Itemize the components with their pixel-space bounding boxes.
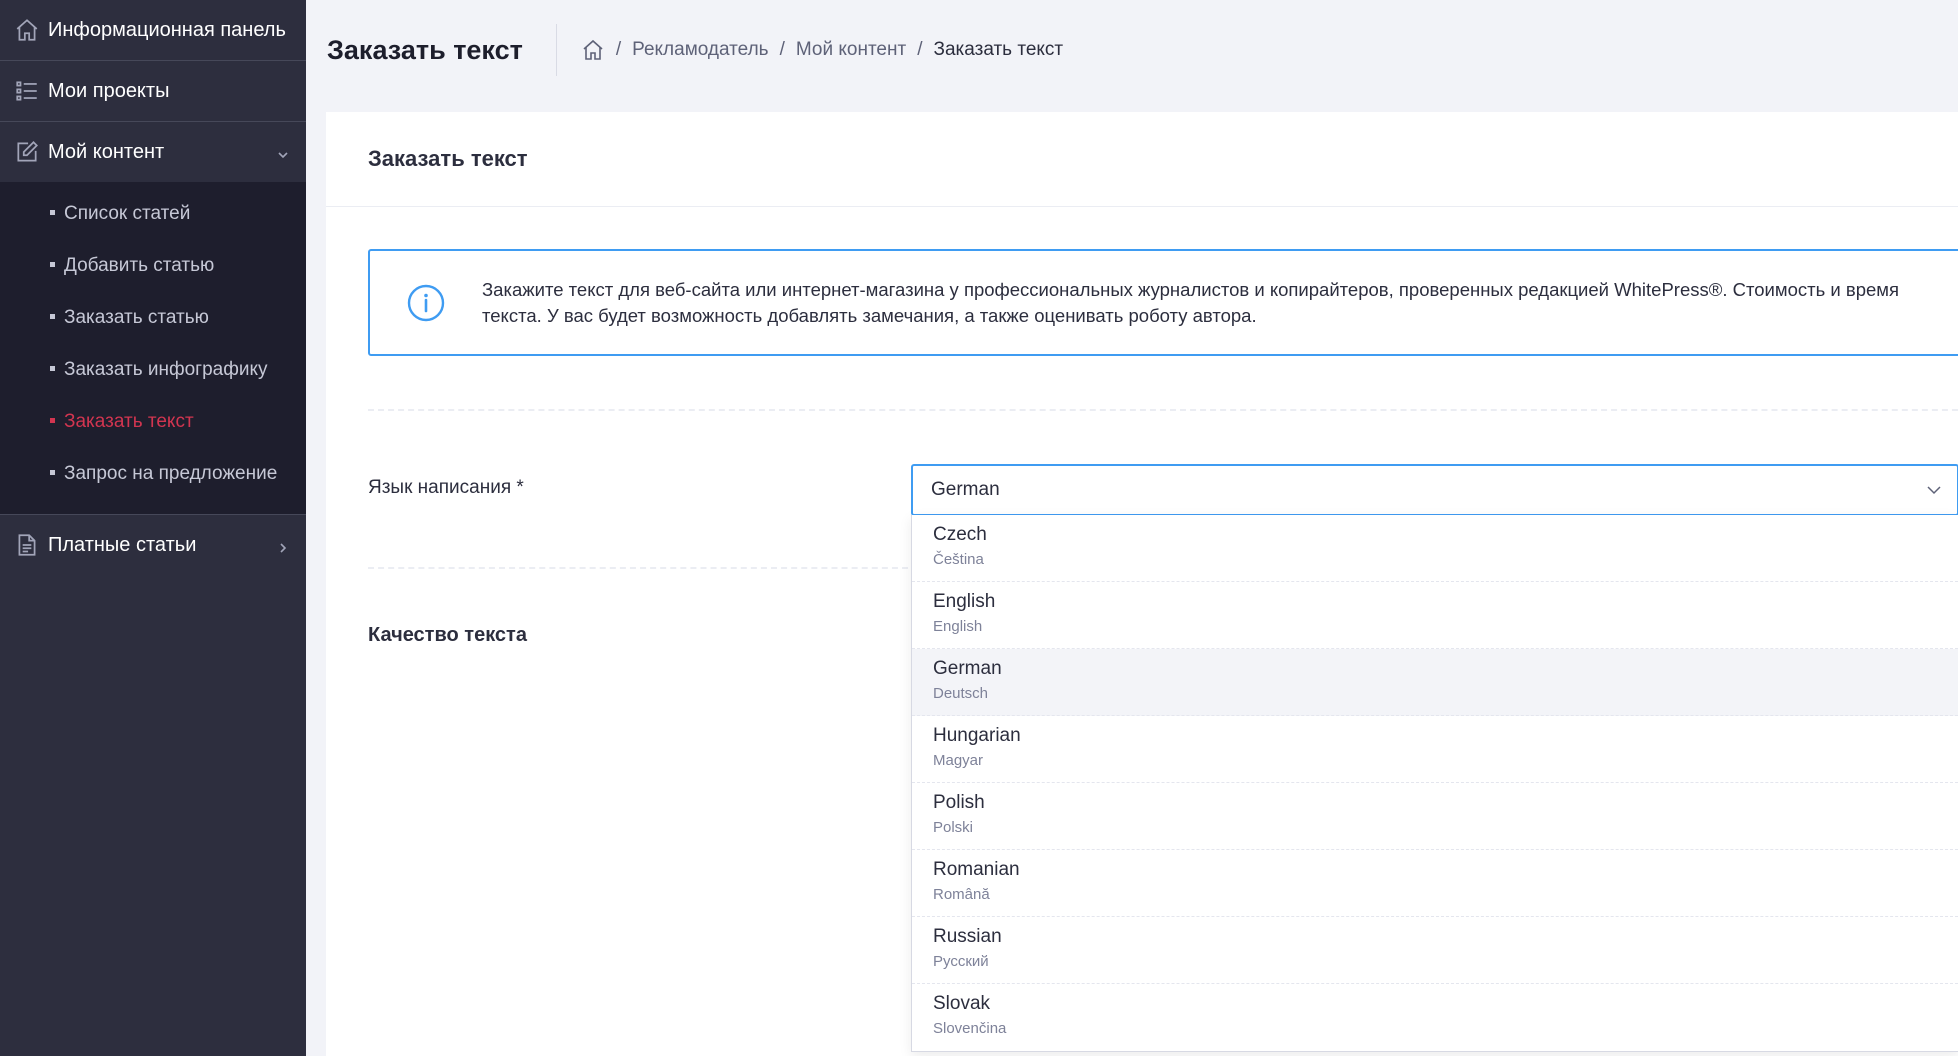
breadcrumb-current: Заказать текст <box>933 39 1064 60</box>
sidebar-subitem-order-text[interactable]: Заказать текст <box>0 396 306 448</box>
alert-text: Закажите текст для веб-сайта или интерне… <box>482 277 1899 329</box>
option-native-name: English <box>933 618 983 635</box>
card-header: Заказать текст <box>326 112 1958 207</box>
quality-label: Качество текста <box>368 624 527 646</box>
section-divider <box>368 567 908 569</box>
sidebar: Информационная панель Мои проекты Мой ко… <box>0 0 306 1056</box>
option-name: German <box>933 658 1002 679</box>
home-icon <box>14 17 40 43</box>
sidebar-subitem-order-infographic[interactable]: Заказать инфографику <box>0 344 306 396</box>
header-divider <box>555 24 557 76</box>
sidebar-item-label: Мой контент <box>48 140 165 163</box>
bullet-icon <box>50 313 55 319</box>
option-native-name: Русский <box>933 953 989 970</box>
language-option-polish[interactable]: Polish Polski <box>912 783 1958 850</box>
sidebar-subitem-label: Заказать текст <box>64 411 194 432</box>
info-alert: Закажите текст для веб-сайта или интерне… <box>368 249 1958 356</box>
breadcrumb-separator: / <box>917 39 923 60</box>
alert-text-line: Закажите текст для веб-сайта или интерне… <box>482 278 1900 300</box>
language-select-value: German <box>931 479 1000 500</box>
bullet-icon <box>50 469 55 475</box>
sidebar-subitem-label: Список статей <box>64 203 191 224</box>
option-name: Russian <box>933 926 1002 947</box>
edit-icon <box>14 139 40 165</box>
option-name: Slovak <box>933 993 991 1014</box>
language-option-czech[interactable]: Czech Čeština <box>912 515 1958 582</box>
sidebar-item-label: Информационная панель <box>48 18 286 41</box>
page-title: Заказать текст <box>327 34 523 65</box>
option-name: Polish <box>933 792 985 813</box>
alert-text-line: текста. У вас будет возможность добавлят… <box>482 304 1257 326</box>
option-name: English <box>933 591 996 612</box>
page-header: Заказать текст / Рекламодатель / Мой кон… <box>306 0 1958 100</box>
option-native-name: Magyar <box>933 752 984 769</box>
option-name: Hungarian <box>933 725 1021 746</box>
chevron-down-icon <box>276 145 290 159</box>
language-option-german[interactable]: German Deutsch <box>912 649 1958 716</box>
language-option-hungarian[interactable]: Hungarian Magyar <box>912 716 1958 783</box>
breadcrumb-separator: / <box>779 39 785 60</box>
bullet-icon <box>50 209 55 215</box>
home-icon[interactable] <box>581 38 605 62</box>
language-option-russian[interactable]: Russian Русский <box>912 917 1958 984</box>
sidebar-submenu: Список статей Добавить статью Заказать с… <box>0 182 306 514</box>
option-native-name: Română <box>933 886 990 903</box>
option-native-name: Deutsch <box>933 685 989 702</box>
list-icon <box>14 78 40 104</box>
bullet-icon <box>50 417 55 423</box>
sidebar-item-label: Мои проекты <box>48 79 170 102</box>
sidebar-subitem-label: Заказать инфографику <box>64 359 268 380</box>
sidebar-subitem-add-article[interactable]: Добавить статью <box>0 240 306 292</box>
language-select[interactable]: German <box>911 464 1958 516</box>
sidebar-subitem-label: Запрос на предложение <box>64 463 278 484</box>
language-option-slovak[interactable]: Slovak Slovenčina <box>912 984 1958 1051</box>
section-divider <box>368 409 1958 411</box>
language-dropdown: Czech Čeština English English German Deu… <box>911 515 1958 1052</box>
option-native-name: Čeština <box>933 551 984 568</box>
sidebar-subitem-articles-list[interactable]: Список статей <box>0 188 306 240</box>
option-name: Czech <box>933 524 987 545</box>
sidebar-subitem-label: Добавить статью <box>64 255 215 276</box>
sidebar-item-label: Платные статьи <box>48 533 197 556</box>
document-icon <box>14 532 40 558</box>
option-native-name: Polski <box>933 819 974 836</box>
sidebar-subitem-order-article[interactable]: Заказать статью <box>0 292 306 344</box>
sidebar-item-dashboard[interactable]: Информационная панель <box>0 0 306 60</box>
language-label: Язык написания * <box>368 477 524 498</box>
sidebar-item-paid-articles[interactable]: Платные статьи <box>0 515 306 575</box>
language-option-romanian[interactable]: Romanian Română <box>912 850 1958 917</box>
breadcrumb-separator: / <box>615 39 622 60</box>
chevron-right-icon <box>276 538 290 553</box>
bullet-icon <box>50 261 55 267</box>
breadcrumb: / Рекламодатель / Мой контент / Заказать… <box>581 38 1063 62</box>
sidebar-subitem-request-offer[interactable]: Запрос на предложение <box>0 448 306 500</box>
sidebar-item-my-content[interactable]: Мой контент <box>0 122 306 182</box>
chevron-down-icon <box>1925 481 1943 499</box>
breadcrumb-my-content[interactable]: Мой контент <box>796 39 906 61</box>
breadcrumb-advertiser[interactable]: Рекламодатель <box>632 39 768 61</box>
option-native-name: Slovenčina <box>933 1020 1007 1037</box>
info-icon <box>406 283 446 323</box>
language-option-english[interactable]: English English <box>912 582 1958 649</box>
option-name: Romanian <box>933 859 1020 880</box>
sidebar-subitem-label: Заказать статью <box>64 307 209 328</box>
card-title: Заказать текст <box>368 146 528 171</box>
sidebar-item-projects[interactable]: Мои проекты <box>0 61 306 121</box>
bullet-icon <box>50 365 55 371</box>
